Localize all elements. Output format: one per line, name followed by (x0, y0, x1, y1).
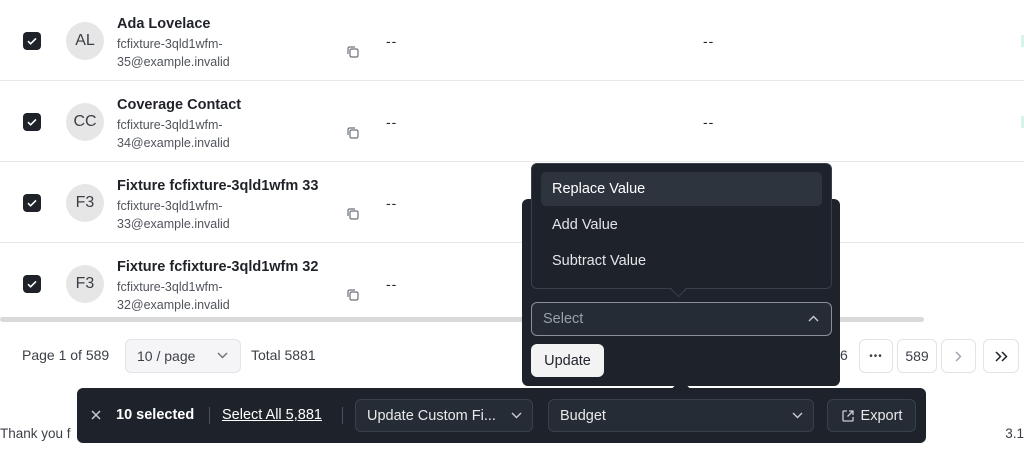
footer-version: 3.1 (1005, 426, 1024, 441)
chevron-right-icon (955, 351, 962, 361)
cell-value: -- (703, 114, 715, 130)
page-number[interactable]: 589 (897, 339, 937, 373)
contact-email: fcfixture-3qld1wfm-32@example.invalid (117, 280, 230, 312)
action-select[interactable]: Update Custom Fi... (355, 399, 533, 432)
cell-value: -- (386, 276, 398, 292)
update-button[interactable]: Update (531, 344, 604, 377)
check-icon (27, 37, 37, 45)
field-select[interactable]: Budget (548, 399, 814, 432)
avatar: AL (66, 22, 104, 60)
table-row[interactable]: CC Coverage Contact fcfixture-3qld1wfm-3… (0, 81, 1024, 162)
contact-email: fcfixture-3qld1wfm-34@example.invalid (117, 118, 230, 150)
row-checkbox[interactable] (23, 32, 41, 50)
contact-email: fcfixture-3qld1wfm-35@example.invalid (117, 37, 230, 69)
table-row[interactable]: F3 Fixture fcfixture-3qld1wfm 33 fcfixtu… (0, 162, 1024, 243)
row-checkbox[interactable] (23, 113, 41, 131)
cell-value: -- (703, 33, 715, 49)
pagination-ellipsis[interactable]: ••• (859, 339, 893, 373)
row-checkbox[interactable] (23, 275, 41, 293)
selected-count: 10 selected (116, 407, 195, 423)
avatar: F3 (66, 184, 104, 222)
page-number[interactable]: 6 (840, 347, 848, 363)
copy-icon[interactable] (346, 45, 360, 59)
chevron-down-icon (511, 412, 522, 419)
menu-item-replace-value[interactable]: Replace Value (541, 172, 822, 206)
export-icon (841, 409, 854, 422)
bulk-action-bar: 10 selected Select All 5,881 Update Cust… (77, 388, 926, 443)
cell-value: -- (386, 33, 398, 49)
export-label: Export (860, 407, 903, 424)
contact-name[interactable]: Fixture fcfixture-3qld1wfm 32 (117, 259, 318, 275)
divider (342, 407, 343, 424)
chevron-down-icon (217, 352, 228, 359)
divider (209, 407, 210, 424)
check-icon (27, 199, 37, 207)
table-row[interactable]: F3 Fixture fcfixture-3qld1wfm 32 fcfixtu… (0, 243, 1024, 317)
field-select-label: Budget (560, 407, 606, 424)
double-chevron-right-icon (994, 350, 1008, 362)
operation-select[interactable]: Select (531, 302, 832, 336)
select-all-link[interactable]: Select All 5,881 (222, 407, 322, 423)
menu-item-add-value[interactable]: Add Value (541, 208, 822, 242)
menu-item-subtract-value[interactable]: Subtract Value (541, 244, 822, 278)
chevron-down-icon (792, 412, 803, 419)
copy-icon[interactable] (346, 288, 360, 302)
last-page-button[interactable] (983, 339, 1019, 373)
table-row[interactable]: AL Ada Lovelace fcfixture-3qld1wfm-35@ex… (0, 0, 1024, 81)
page-indicator: Page 1 of 589 (22, 347, 110, 363)
contact-name[interactable]: Coverage Contact (117, 97, 241, 113)
check-icon (27, 280, 37, 288)
page-size-select[interactable]: 10 / page (125, 339, 241, 373)
page-size-label: 10 / page (137, 348, 196, 364)
copy-icon[interactable] (346, 207, 360, 221)
copy-icon[interactable] (346, 126, 360, 140)
check-icon (27, 118, 37, 126)
operation-dropdown-menu: Replace Value Add Value Subtract Value (531, 163, 832, 289)
avatar: CC (66, 103, 104, 141)
contact-name[interactable]: Fixture fcfixture-3qld1wfm 33 (117, 178, 318, 194)
chevron-up-icon (808, 315, 819, 322)
total-count: Total 5881 (251, 347, 316, 363)
cell-value: -- (386, 195, 398, 211)
contact-name[interactable]: Ada Lovelace (117, 16, 211, 32)
row-checkbox[interactable] (23, 194, 41, 212)
operation-select-placeholder: Select (543, 311, 584, 327)
close-icon[interactable] (89, 408, 103, 422)
footer-text: Thank you f (0, 426, 71, 441)
action-select-label: Update Custom Fi... (367, 407, 496, 424)
contact-email: fcfixture-3qld1wfm-33@example.invalid (117, 199, 230, 231)
next-page-button[interactable] (941, 339, 976, 373)
avatar: F3 (66, 265, 104, 303)
cell-value: -- (386, 114, 398, 130)
export-button[interactable]: Export (827, 399, 916, 432)
